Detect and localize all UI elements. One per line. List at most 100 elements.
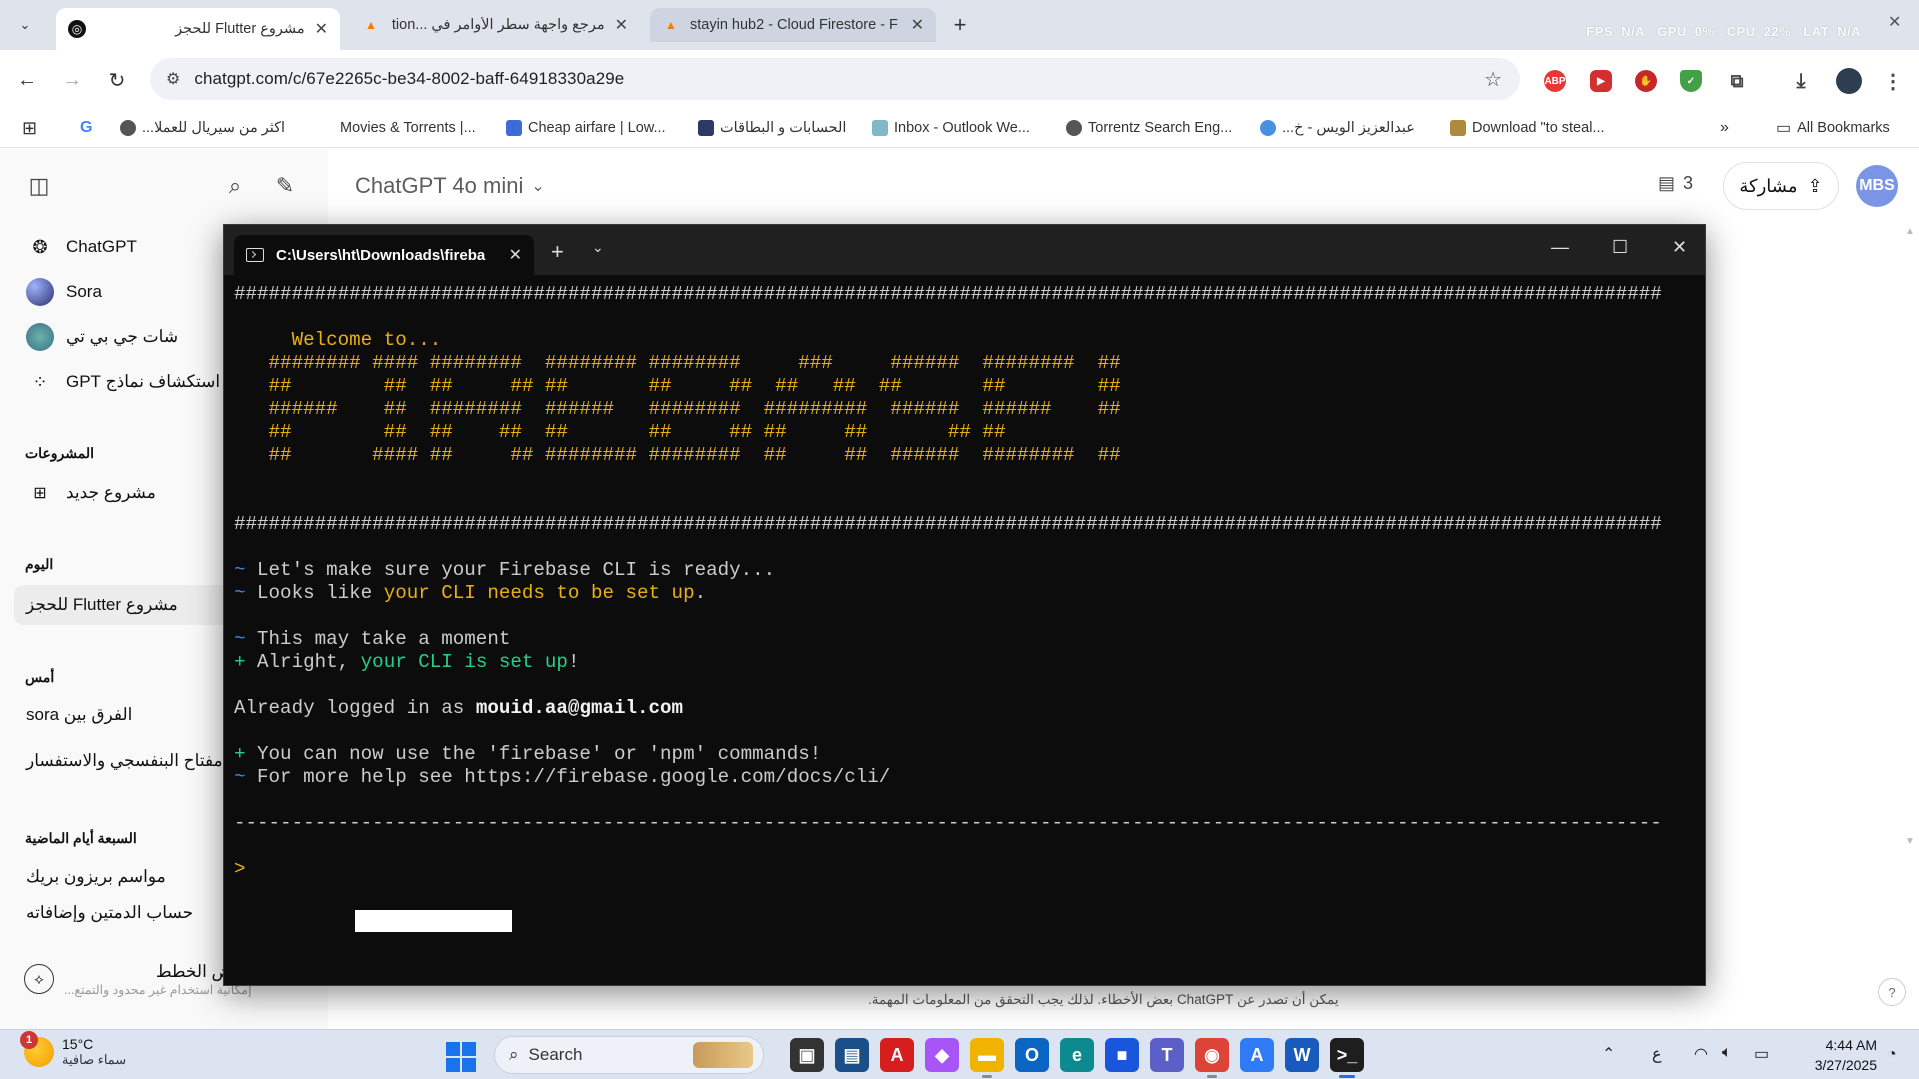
store-icon[interactable]: ■ [1105, 1038, 1139, 1072]
window-close-button[interactable]: ✕ [1888, 12, 1901, 32]
bookmark-item[interactable]: اكثر من سيريال للعملا... [120, 116, 285, 140]
tab-firestore[interactable]: ▲ stayin hub2 - Cloud Firestore - F ✕ [650, 8, 936, 42]
terminal-window[interactable]: C:\Users\ht\Downloads\fireba ✕ + ⌄ — ☐ ✕… [223, 224, 1706, 986]
input-language[interactable]: ع [1652, 1044, 1662, 1064]
reload-button[interactable]: ↻ [102, 65, 132, 95]
more-bookmarks-chevron-icon[interactable]: » [1720, 116, 1729, 140]
terminal-text: your CLI needs to be set up [383, 582, 695, 604]
bookmark-star-icon[interactable]: ☆ [1484, 67, 1502, 92]
avatar[interactable]: MBS [1856, 165, 1898, 207]
system-clock[interactable]: 4:44 AM 3/27/2025 [1797, 1035, 1877, 1075]
extensions-puzzle-icon[interactable]: ⧉ [1726, 70, 1748, 92]
new-terminal-tab-button[interactable]: + [551, 239, 564, 265]
chat-history-item[interactable]: الفرق بين sora [14, 695, 132, 735]
wifi-icon[interactable]: ◠ [1694, 1044, 1708, 1064]
video-ext-icon[interactable]: ▶ [1590, 70, 1612, 92]
shield-ext-icon[interactable]: ✓ [1680, 70, 1702, 92]
volume-icon[interactable]: 🔈︎ [1722, 1044, 1732, 1062]
bookmark-item[interactable]: Download "to steal... [1450, 116, 1605, 140]
bookmark-item[interactable]: الحسابات و البطاقات [698, 116, 846, 140]
temperature: 15°C [62, 1036, 94, 1052]
file-explorer-icon[interactable]: ▬ [970, 1038, 1004, 1078]
chrome-icon[interactable]: ◉ [1195, 1038, 1229, 1078]
chevron-down-icon[interactable]: ⌄ [592, 239, 604, 256]
terminal-icon[interactable]: >_ [1330, 1038, 1364, 1078]
download-icon[interactable]: ⤓ [1790, 70, 1812, 92]
url-text[interactable]: chatgpt.com/c/67e2265c-be34-8002-baff-64… [194, 69, 624, 89]
canvas-docs-button[interactable]: ▤ 3 [1658, 173, 1693, 194]
scroll-down-arrow-icon[interactable]: ▼ [1905, 836, 1915, 847]
chat-history-item[interactable]: مواسم بريزون بريك [14, 857, 166, 897]
start-button[interactable] [446, 1042, 476, 1072]
app-icon[interactable]: A [1240, 1038, 1274, 1072]
word-icon[interactable]: W [1285, 1038, 1319, 1072]
new-tab-button[interactable]: + [945, 10, 975, 40]
task-view-icon[interactable]: ▣ [790, 1038, 824, 1072]
bookmark-item[interactable]: Inbox - Outlook We... [872, 116, 1030, 140]
acrobat-icon[interactable]: A [880, 1038, 914, 1072]
close-icon[interactable]: ✕ [615, 15, 628, 35]
menu-icon[interactable]: ⋮ [1882, 70, 1904, 93]
sidebar-toggle-icon[interactable]: ◫ [22, 169, 56, 203]
share-button[interactable]: مشاركة ⇪ [1723, 162, 1839, 210]
scroll-up-arrow-icon[interactable]: ▲ [1905, 226, 1915, 237]
address-bar[interactable]: ⚙ chatgpt.com/c/67e2265c-be34-8002-baff-… [150, 58, 1520, 100]
site-info-icon[interactable]: ⚙ [166, 69, 180, 89]
all-bookmarks-button[interactable]: ▭ All Bookmarks [1776, 116, 1890, 140]
bookmark-item[interactable]: عبدالعزيز الويس - خ... [1260, 116, 1415, 140]
terminal-output[interactable]: ########################################… [234, 283, 1694, 973]
close-icon[interactable]: ✕ [911, 15, 924, 35]
tab-chatgpt[interactable]: ◎ مشروع Flutter للحجز ✕ [56, 8, 340, 50]
sidebar-item-new-project[interactable]: ⊞ مشروع جديد [14, 473, 156, 513]
battery-icon[interactable]: ▭ [1754, 1044, 1769, 1064]
bookmark-item[interactable]: Torrentz Search Eng... [1066, 116, 1232, 140]
terminal-text: ## ## ## ## ## ## ## ## ## ## ## ## [234, 375, 1121, 397]
search-icon[interactable]: ⌕ [218, 169, 252, 203]
bookmark-item[interactable]: Movies & Torrents |... [340, 116, 476, 140]
help-button[interactable]: ? [1878, 978, 1906, 1006]
close-icon[interactable]: ✕ [315, 19, 328, 39]
sidebar-item-sora[interactable]: Sora [14, 272, 102, 312]
bookmark-label: Torrentz Search Eng... [1088, 120, 1233, 136]
clock-date: 3/27/2025 [1814, 1057, 1877, 1073]
chat-history-item[interactable]: مفتاح البنفسجي والاستفسار [14, 741, 223, 781]
weather-widget[interactable]: 1 15°C سماء صافية [20, 1031, 126, 1068]
show-hidden-icons-chevron-icon[interactable]: ⌃ [1602, 1044, 1615, 1064]
model-selector[interactable]: ChatGPT 4o mini ⌄ [355, 173, 545, 199]
close-icon[interactable]: ✕ [509, 245, 522, 265]
bookmark-item[interactable]: Cheap airfare | Low... [506, 116, 666, 140]
terminal-tab[interactable]: C:\Users\ht\Downloads\fireba ✕ [234, 235, 534, 275]
minimize-button[interactable]: — [1551, 237, 1569, 258]
outlook-icon[interactable]: O [1015, 1038, 1049, 1072]
sidebar-item-explore-gpts[interactable]: ⁘ استكشاف نماذج GPT [14, 362, 220, 402]
tab-search-button[interactable]: ⌄ [8, 10, 42, 40]
ublock-icon[interactable]: ✋ [1635, 70, 1657, 92]
bookmark-google[interactable]: G [80, 116, 92, 140]
apps-grid-icon[interactable]: ⊞ [22, 116, 37, 140]
media-app-icon[interactable]: ▤ [835, 1038, 869, 1072]
chat-title: مفتاح البنفسجي والاستفسار [26, 751, 223, 770]
adblock-icon[interactable]: ABP [1544, 70, 1566, 92]
notification-bell-icon[interactable]: ◔ [1887, 1046, 1897, 1064]
close-window-button[interactable]: ✕ [1672, 237, 1687, 258]
sidebar-item-custom-gpt[interactable]: شات جي بي تي [14, 317, 178, 357]
back-button[interactable]: ← [12, 65, 42, 95]
forward-button[interactable]: → [57, 65, 87, 95]
copilot-icon[interactable]: ◆ [925, 1038, 959, 1072]
model-name: ChatGPT 4o mini [355, 173, 524, 198]
new-chat-icon[interactable]: ✎ [268, 169, 302, 203]
maximize-button[interactable]: ☐ [1612, 237, 1628, 258]
taskbar-search[interactable]: ⌕ Search [494, 1036, 764, 1074]
terminal-titlebar[interactable]: C:\Users\ht\Downloads\fireba ✕ + ⌄ — ☐ ✕ [224, 225, 1705, 275]
tab-firebase-cli[interactable]: ▲ مرجع واجهة سطر الأوامر في ...tion ✕ [350, 8, 640, 42]
chat-history-item[interactable]: حساب الدمتين وإضافاته [14, 903, 193, 925]
sidebar-item-chatgpt[interactable]: ❂ ChatGPT [14, 227, 136, 267]
terminal-text: You can now use the 'firebase' or 'npm' … [257, 743, 822, 765]
google-icon: G [80, 119, 93, 136]
edge-icon[interactable]: e [1060, 1038, 1094, 1072]
profile-avatar[interactable] [1836, 68, 1862, 94]
view-plans-button[interactable]: ⟡ عرض الخطط إمكانية استخدام غير محدود وا… [14, 949, 252, 1009]
sidebar-item-label: مشروع جديد [66, 483, 156, 502]
teams-icon[interactable]: T [1150, 1038, 1184, 1072]
document-icon: ▤ [1658, 173, 1676, 193]
